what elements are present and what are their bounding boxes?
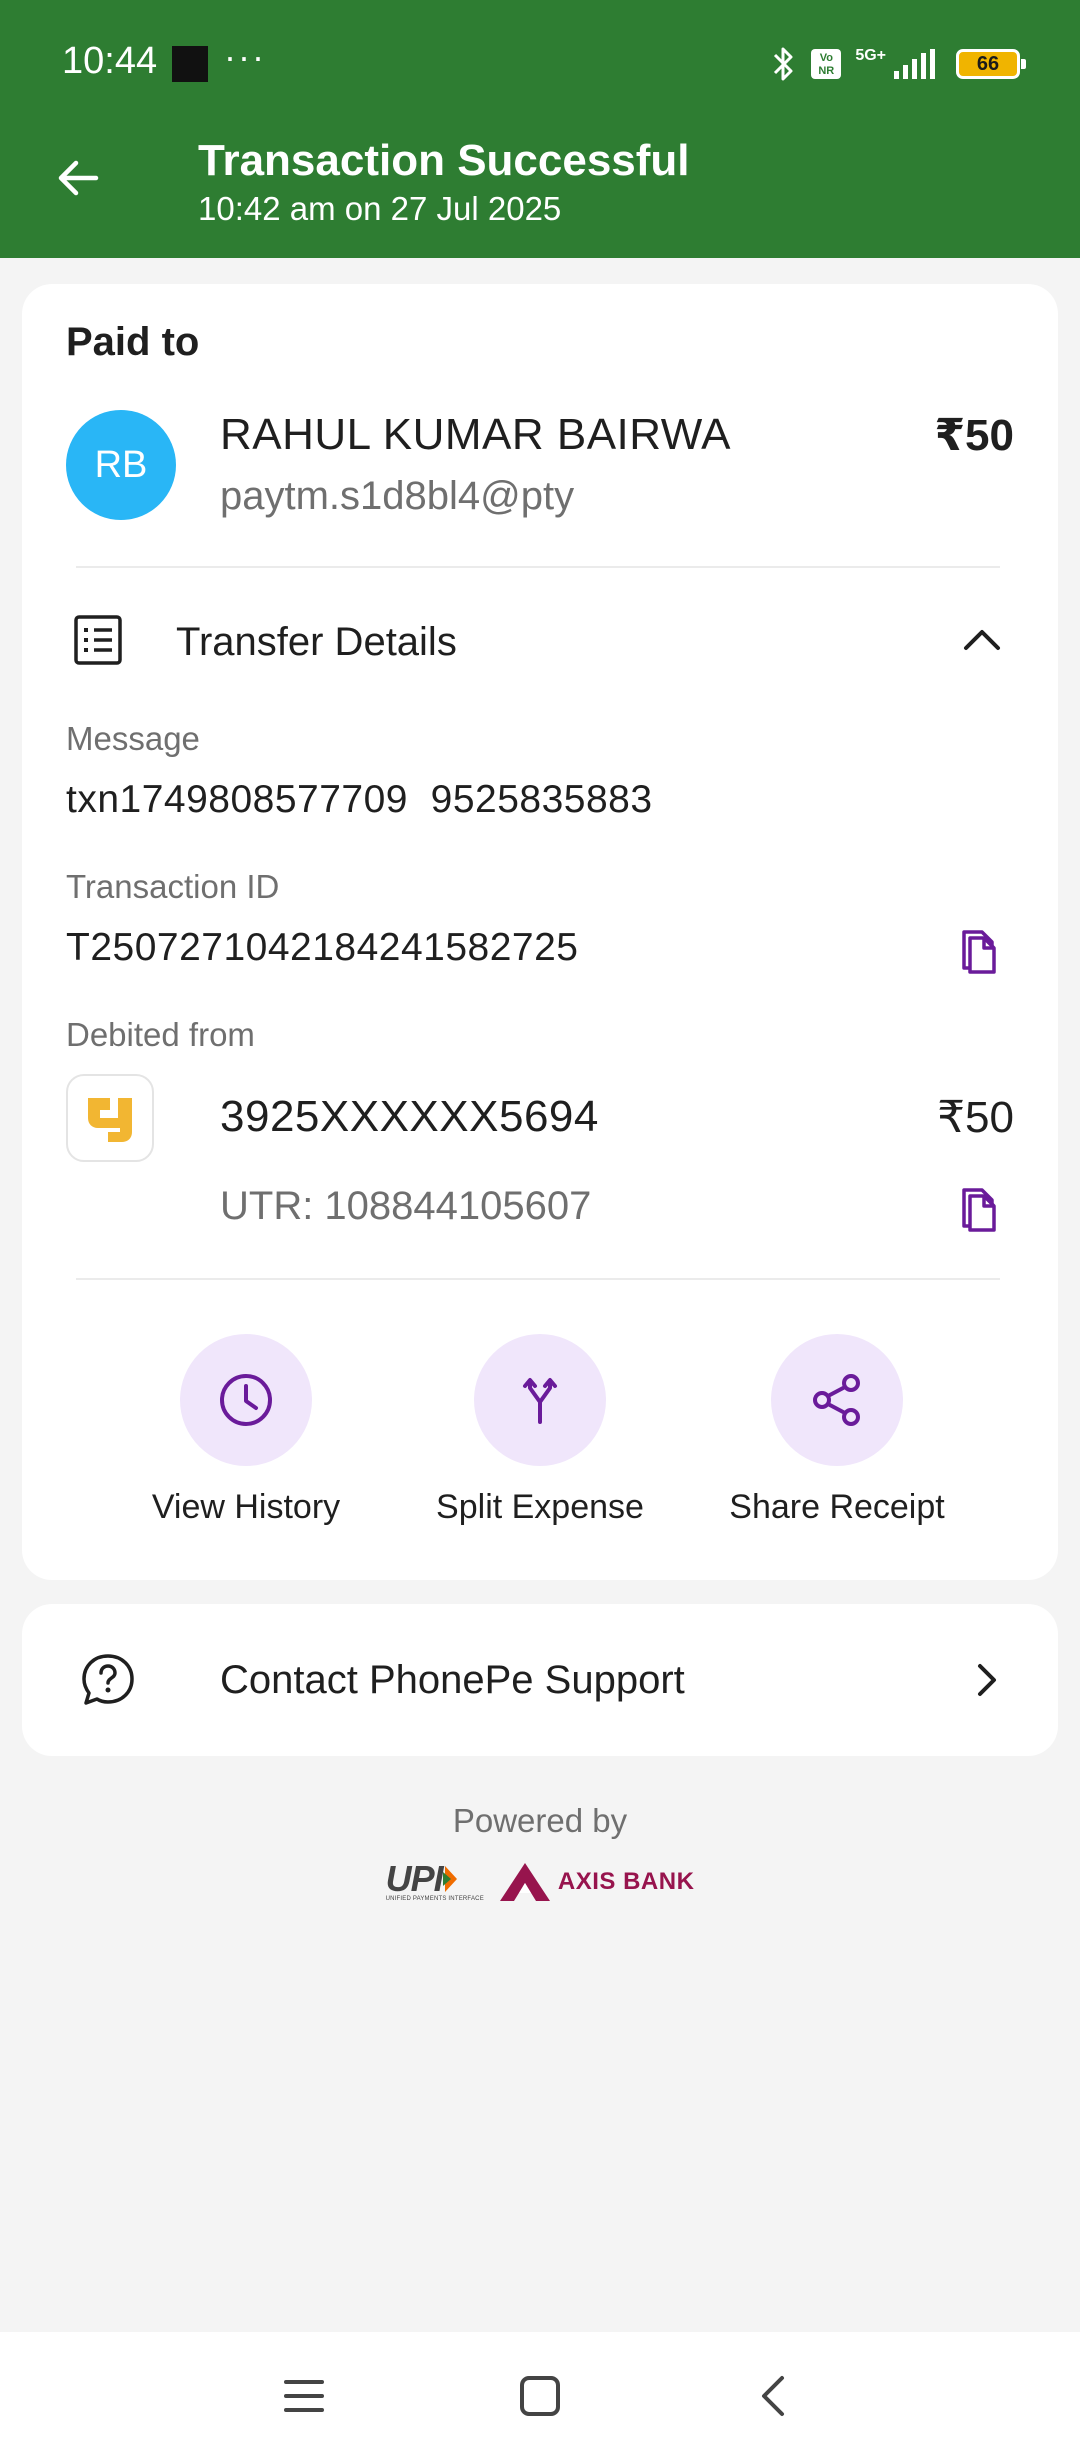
share-icon <box>813 1374 860 1426</box>
contact-support-label: Contact PhonePe Support <box>220 1658 685 1702</box>
payee-amount: ₹50 <box>934 411 1014 460</box>
contact-support-button[interactable]: Contact PhonePe Support <box>22 1604 1058 1756</box>
arrow-left-icon <box>58 160 99 196</box>
split-arrows-icon <box>523 1378 557 1424</box>
chevron-left-icon <box>762 2376 784 2416</box>
view-history-label: View History <box>151 1488 341 1526</box>
paid-to-heading: Paid to <box>66 320 200 364</box>
transaction-id-value: T2507271042184241582725 <box>66 926 579 969</box>
header: 10:44 ··· Vo NR 5G+ 66 Transaction Succe… <box>0 0 1080 258</box>
receipt-list-icon <box>74 615 122 665</box>
split-expense-button[interactable]: Split Expense <box>395 1334 685 1527</box>
battery-level: 66 <box>976 53 1000 75</box>
clock-icon <box>220 1374 272 1426</box>
share-receipt-circle <box>771 1334 903 1466</box>
view-history-circle <box>180 1334 312 1466</box>
axis-bank-logo: AXIS BANK <box>498 1861 695 1903</box>
chevron-up-icon[interactable] <box>956 614 1008 666</box>
copy-utr-icon[interactable] <box>954 1182 1006 1234</box>
back-nav-button[interactable] <box>742 2364 806 2428</box>
back-button[interactable] <box>46 146 110 210</box>
divider <box>76 566 1000 568</box>
transaction-id-label: Transaction ID <box>66 868 280 905</box>
page-title: Transaction Successful <box>198 136 690 185</box>
view-history-button[interactable]: View History <box>101 1334 391 1527</box>
share-receipt-button[interactable]: Share Receipt <box>692 1334 982 1527</box>
payee-name: RAHUL KUMAR BAIRWA <box>220 410 732 459</box>
network-type-label: 5G+ <box>855 47 886 64</box>
home-square-icon <box>520 2376 560 2416</box>
debited-amount: ₹50 <box>937 1093 1014 1142</box>
volte-icon: Vo NR <box>811 49 842 79</box>
signal-strength-icon <box>894 49 942 79</box>
transfer-details-label: Transfer Details <box>176 620 457 664</box>
chevron-right-icon <box>978 1664 996 1696</box>
payee-vpa: paytm.s1d8bl4@pty <box>220 474 575 518</box>
message-value: txn1749808577709 9525835883 <box>66 778 653 821</box>
bank-logo <box>66 1074 154 1162</box>
powered-by-label: Powered by <box>452 1802 628 1839</box>
upi-arrow-icon <box>442 1866 457 1892</box>
upi-logo: UPI UNIFIED PAYMENTS INTERFACE <box>385 1858 484 1903</box>
account-number: 3925XXXXXX5694 <box>220 1092 599 1141</box>
home-button[interactable] <box>508 2364 572 2428</box>
battery-icon: 66 <box>956 49 1026 79</box>
message-label: Message <box>66 720 200 757</box>
pnb-logo-icon <box>88 1098 132 1142</box>
upi-logo-subtext: UNIFIED PAYMENTS INTERFACE <box>385 1896 484 1902</box>
status-bar: 10:44 ··· Vo NR 5G+ 66 <box>0 0 1080 130</box>
axis-bank-text: AXIS BANK <box>557 1868 695 1895</box>
split-expense-label: Split Expense <box>436 1488 644 1526</box>
split-expense-circle <box>474 1334 606 1466</box>
transaction-timestamp: 10:42 am on 27 Jul 2025 <box>198 190 562 227</box>
status-icons: Vo NR 5G+ 66 <box>771 42 1026 86</box>
transaction-card: Paid to RB RAHUL KUMAR BAIRWA paytm.s1d8… <box>22 284 1058 1580</box>
bluetooth-icon <box>771 45 797 83</box>
share-receipt-label: Share Receipt <box>729 1488 945 1526</box>
status-time: 10:44 <box>62 40 158 82</box>
axis-bank-icon <box>499 1863 550 1901</box>
debited-from-label: Debited from <box>66 1016 255 1053</box>
upi-logo-text: UPI <box>385 1858 444 1899</box>
more-notifications-icon: ··· <box>224 36 266 77</box>
help-circle-icon <box>82 1654 134 1705</box>
notification-square-icon <box>172 46 208 82</box>
menu-icon <box>284 2380 324 2412</box>
utr-number: UTR: 108844105607 <box>220 1184 592 1228</box>
copy-transaction-id-icon[interactable] <box>954 924 1006 976</box>
divider <box>76 1278 1000 1280</box>
system-nav-bar <box>0 2332 1080 2460</box>
avatar: RB <box>66 410 176 520</box>
recents-button[interactable] <box>272 2364 336 2428</box>
partner-logos: UPI UNIFIED PAYMENTS INTERFACE AXIS BANK <box>0 1858 1080 1906</box>
